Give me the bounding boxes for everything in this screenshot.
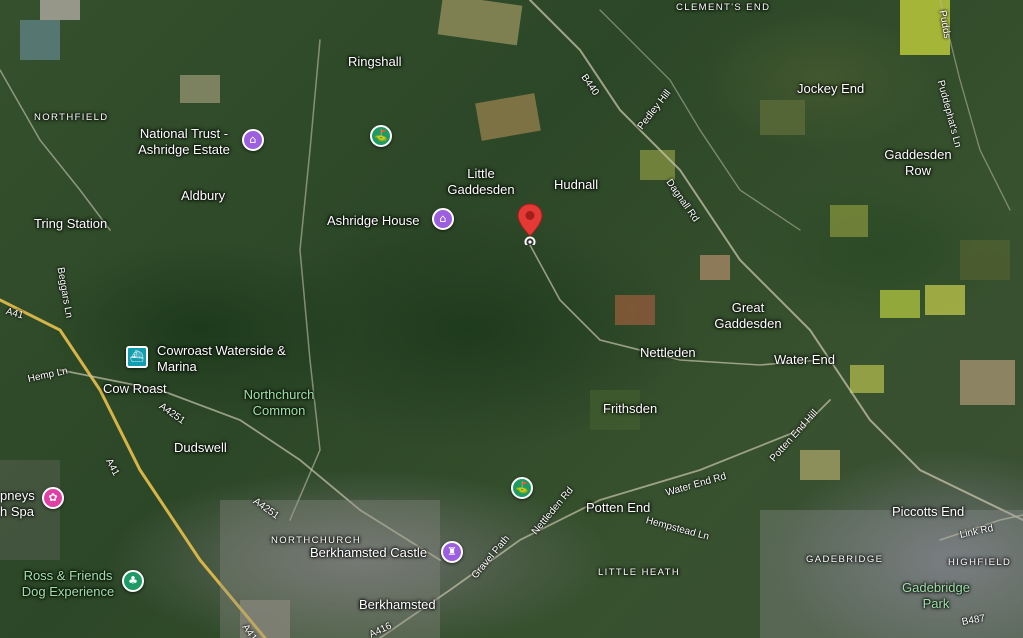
place-label: Berkhamsted [359,597,436,612]
place-label: Aldbury [181,188,226,203]
poi-label: Berkhamsted Castle [310,545,428,560]
park-label: Gadebridge Park [902,580,970,611]
landmark-icon[interactable]: ⌂ [432,208,454,230]
poi-label: National Trust - Ashridge Estate [138,126,230,157]
place-label: Water End [774,352,835,367]
location-pin-icon[interactable] [516,203,544,245]
poi-label: Ross & Friends Dog Experience [21,568,115,599]
poi-label: Ashridge House [327,213,420,228]
place-label: Cow Roast [103,381,167,396]
place-label: GADEBRIDGE [806,554,884,565]
marina-icon[interactable]: ⛴ [126,346,148,368]
park-label: Northchurch Common [243,387,315,418]
landmark-icon[interactable]: ⌂ [242,129,264,151]
place-label: Ringshall [348,54,402,69]
place-label: Tring Station [34,216,108,231]
place-label: Dudswell [174,440,227,455]
place-label: Piccotts End [892,504,965,519]
golf-icon[interactable]: ⛳ [370,125,392,147]
place-label: Little Gaddesden [447,166,515,197]
tree-icon[interactable]: ♣ [122,570,144,592]
place-label: Gaddesden Row [884,147,952,178]
place-label: Hudnall [554,177,599,192]
terrain-layer [0,0,1023,638]
place-label: Frithsden [603,401,658,416]
place-label: CLEMENT'S END [676,2,771,13]
place-label: Jockey End [797,81,865,96]
place-label: Great Gaddesden [714,300,782,331]
spa-icon[interactable]: ✿ [42,487,64,509]
place-label: Potten End [586,500,651,515]
satellite-map[interactable]: CLEMENT'S END Ringshall Jockey End NORTH… [0,0,1023,638]
poi-label: pneys h Spa [0,488,35,519]
place-label: Nettleden [640,345,696,360]
castle-icon[interactable]: ♜ [441,541,463,563]
poi-label: Cowroast Waterside & Marina [157,343,286,374]
place-label: NORTHFIELD [34,112,109,123]
place-label: HIGHFIELD [948,557,1012,568]
golf-icon[interactable]: ⛳ [511,477,533,499]
place-label: LITTLE HEATH [598,567,681,578]
